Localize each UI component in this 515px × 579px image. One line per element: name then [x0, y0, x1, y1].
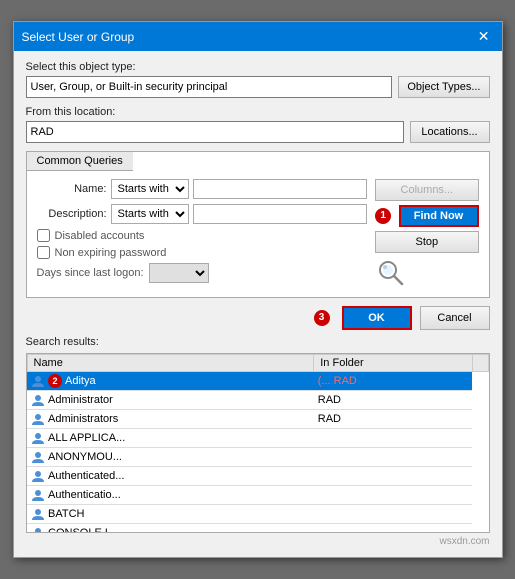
close-button[interactable]: ✕ [474, 28, 494, 45]
queries-fields: Name: Starts with Description: Starts wi… [37, 179, 368, 289]
days-label: Days since last logon: [37, 267, 144, 279]
col-spacer [472, 355, 488, 372]
object-type-row: Object Types... [26, 76, 490, 98]
col-name-header: Name [27, 355, 314, 372]
disabled-accounts-label: Disabled accounts [55, 230, 145, 242]
columns-button[interactable]: Columns... [375, 179, 478, 201]
name-label: Name: [37, 183, 107, 195]
dialog-title: Select User or Group [22, 30, 135, 44]
select-user-dialog: Select User or Group ✕ Select this objec… [13, 21, 503, 558]
right-buttons: Columns... 1 Find Now Stop [367, 179, 478, 289]
object-type-label: Select this object type: [26, 61, 490, 73]
ok-button[interactable]: OK [342, 306, 412, 330]
dialog-body: Select this object type: Object Types...… [14, 51, 502, 557]
days-select[interactable] [149, 263, 209, 283]
desc-filter-select[interactable]: Starts with [111, 204, 189, 224]
desc-field-row: Description: Starts with [37, 204, 368, 224]
locations-button[interactable]: Locations... [410, 121, 490, 143]
col-folder-header: In Folder [314, 355, 472, 372]
table-row[interactable]: AdministratorsRAD [27, 410, 488, 429]
table-row[interactable]: ALL APPLICA... [27, 429, 488, 448]
location-label: From this location: [26, 106, 490, 118]
name-filter-select[interactable]: Starts with [111, 179, 189, 199]
nonexpiring-checkbox[interactable] [37, 246, 50, 259]
stop-button[interactable]: Stop [375, 231, 478, 253]
search-results-label: Search results: [26, 336, 490, 350]
queries-right: Name: Starts with Description: Starts wi… [37, 179, 479, 289]
find-now-button[interactable]: Find Now [399, 205, 479, 227]
results-table: Name In Folder 2Aditya(... RADAdministra… [27, 354, 489, 533]
table-row[interactable]: CONSOLE L... [27, 524, 488, 533]
desc-value-input[interactable] [193, 204, 368, 224]
search-results-area: Search results: Name In Folder 2Aditya(.… [26, 336, 490, 533]
search-icon [375, 257, 407, 289]
disabled-accounts-checkbox[interactable] [37, 229, 50, 242]
table-row[interactable]: Authenticated... [27, 467, 488, 486]
location-input[interactable] [26, 121, 404, 143]
title-bar: Select User or Group ✕ [14, 22, 502, 51]
disabled-accounts-row: Disabled accounts [37, 229, 368, 242]
desc-label: Description: [37, 208, 107, 220]
name-value-input[interactable] [193, 179, 368, 199]
step3-badge: 3 [314, 310, 330, 326]
table-row[interactable]: Authenticatio... [27, 486, 488, 505]
ok-cancel-row: 3 OK Cancel [26, 306, 490, 330]
nonexpiring-label: Non expiring password [55, 247, 167, 259]
days-row: Days since last logon: [37, 263, 368, 283]
common-queries-tab[interactable]: Common Queries [27, 152, 133, 171]
cancel-button[interactable]: Cancel [420, 306, 490, 330]
object-type-input[interactable] [26, 76, 393, 98]
queries-content: Name: Starts with Description: Starts wi… [27, 171, 489, 297]
step1-badge: 1 [375, 208, 391, 224]
object-types-button[interactable]: Object Types... [398, 76, 489, 98]
table-row[interactable]: ANONYMOU... [27, 448, 488, 467]
watermark: wsxdn.com [26, 536, 490, 547]
table-row[interactable]: BATCH [27, 505, 488, 524]
table-row[interactable]: 2Aditya(... RAD [27, 372, 488, 391]
results-scroll[interactable]: Name In Folder 2Aditya(... RADAdministra… [26, 353, 490, 533]
nonexpiring-row: Non expiring password [37, 246, 368, 259]
location-row: Locations... [26, 121, 490, 143]
common-queries-box: Common Queries Name: Starts with [26, 151, 490, 298]
name-field-row: Name: Starts with [37, 179, 368, 199]
table-row[interactable]: AdministratorRAD [27, 391, 488, 410]
